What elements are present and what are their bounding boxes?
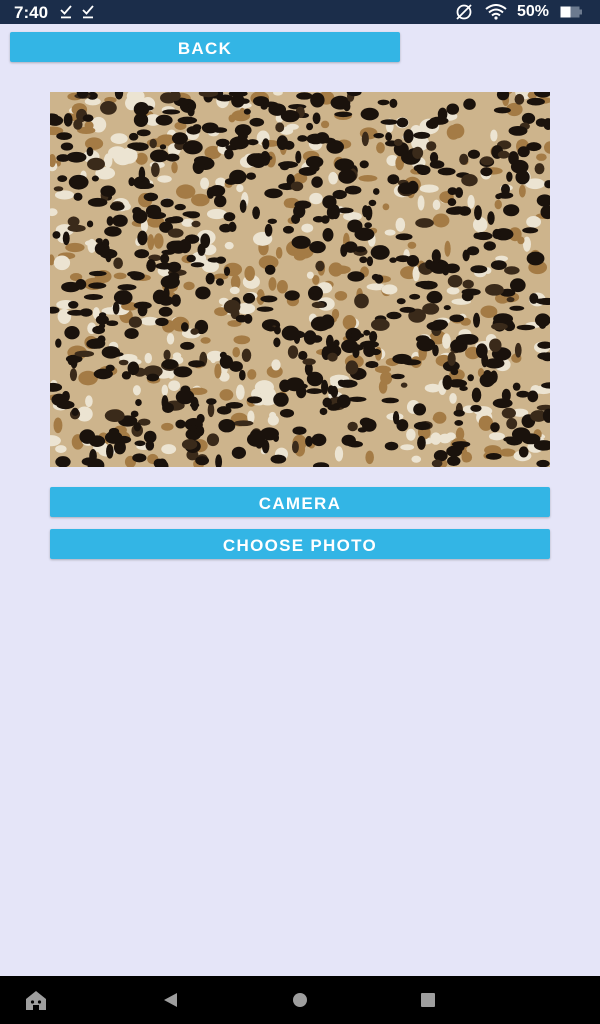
photo-preview — [50, 92, 550, 467]
camera-button[interactable]: CAMERA — [50, 487, 550, 517]
download-done-icon — [82, 5, 94, 19]
home-icon[interactable] — [24, 989, 48, 1011]
battery-icon — [560, 6, 582, 18]
back-button[interactable]: BACK — [10, 32, 400, 62]
back-icon[interactable] — [162, 991, 180, 1009]
download-done-icon — [60, 5, 72, 19]
status-bar: 7:40 50% — [0, 0, 600, 24]
recents-icon[interactable] — [420, 992, 436, 1008]
choose-photo-button[interactable]: CHOOSE PHOTO — [50, 529, 550, 559]
leopard-print-image — [50, 92, 550, 467]
battery-percentage: 50% — [517, 3, 550, 20]
status-time: 7:40 — [14, 3, 49, 22]
wifi-icon — [485, 4, 507, 20]
do-not-disturb-icon — [456, 4, 472, 20]
navigation-bar — [0, 976, 600, 1024]
home-circle-icon[interactable] — [292, 992, 308, 1008]
